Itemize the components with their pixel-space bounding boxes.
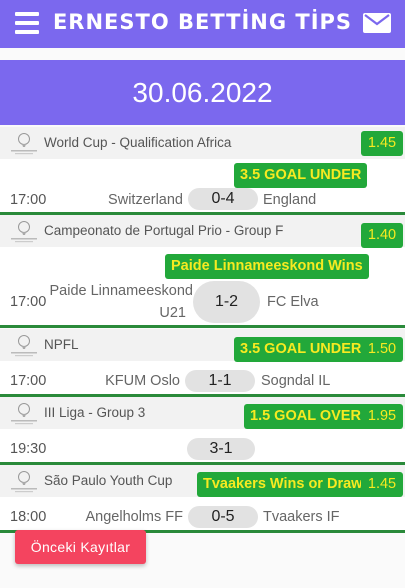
match-time: 17:00 [10,373,47,389]
match-card[interactable]: NPFL 3.5 GOAL UNDER 1.50 17:00 KFUM Oslo… [0,329,405,394]
league-logo [11,403,37,425]
league-name: São Paulo Youth Cup [44,473,173,488]
league-name: NPFL [44,337,79,352]
league-logo [11,335,37,357]
match-card[interactable]: São Paulo Youth Cup Tvaakers Wins or Dra… [0,465,405,530]
match-card[interactable]: III Liga - Group 3 1.5 GOAL OVER 1.95 19… [0,397,405,462]
odds-badge: 1.50 [361,337,403,362]
match-time: 17:00 [10,294,47,310]
league-logo [11,471,37,493]
match-header: World Cup - Qualification Africa [0,127,405,159]
score: 1-2 [193,281,260,323]
match-time: 17:00 [10,192,47,208]
away-team: FC Elva [267,294,319,310]
app-title: ERNESTO BETTİNG TİPS [52,10,353,34]
tip-badge: Paide Linnameeskond Wins [165,254,369,279]
match-time: 19:30 [10,441,47,457]
match-card[interactable]: Campeonato de Portugal Prio - Group F 1.… [0,215,405,325]
envelope-icon[interactable] [363,13,391,33]
home-team: Angelholms FF [85,509,183,525]
home-team-line-2: U21 [159,305,186,321]
match-header: Campeonato de Portugal Prio - Group F [0,215,405,247]
divider [0,325,405,328]
away-team: Tvaakers IF [263,509,340,525]
odds-badge: 1.45 [361,472,403,497]
hamburger-menu-icon[interactable] [15,12,39,34]
home-team: Switzerland [108,192,183,208]
league-name: III Liga - Group 3 [44,405,146,420]
tip-badge: 1.5 GOAL OVER [244,404,367,429]
match-time: 18:00 [10,509,47,525]
previous-records-button[interactable]: Önceki Kayıtlar [15,530,146,564]
tip-badge: 3.5 GOAL UNDER [234,337,368,362]
match-card[interactable]: World Cup - Qualification Africa 1.45 3.… [0,127,405,212]
score: 0-5 [188,506,258,528]
away-team: Sogndal IL [261,373,331,389]
home-team: KFUM Oslo [105,373,180,389]
away-team: England [263,192,317,208]
tip-badge: Tvaakers Wins or Draw [197,472,369,497]
league-logo [11,221,37,243]
odds-badge: 1.40 [361,223,403,248]
score: 1-1 [185,370,255,392]
league-name: World Cup - Qualification Africa [44,135,232,150]
date-banner: 30.06.2022 [0,60,405,125]
odds-badge: 1.45 [361,131,403,156]
score: 0-4 [188,188,258,210]
league-name: Campeonato de Portugal Prio - Group F [44,223,284,238]
score: 3-1 [187,438,255,460]
odds-badge: 1.95 [361,404,403,429]
league-logo [11,133,37,155]
app-bar: ERNESTO BETTİNG TİPS [0,0,405,48]
home-team: Paide Linnameeskond [49,283,194,299]
tip-badge: 3.5 GOAL UNDER [234,163,368,188]
